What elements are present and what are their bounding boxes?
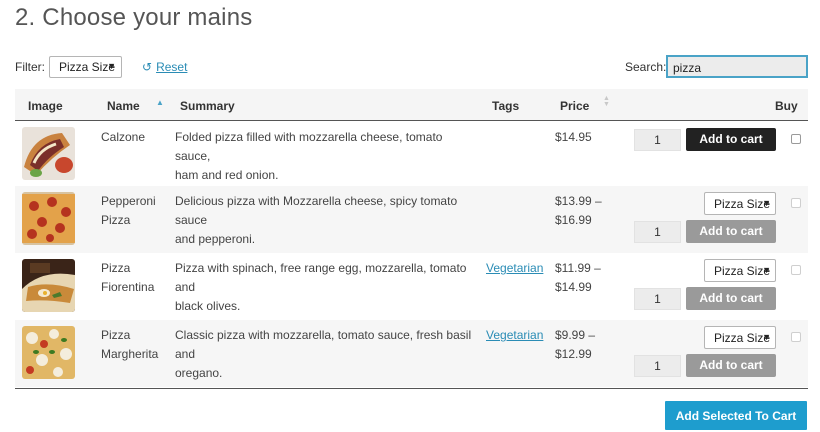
product-summary: Classic pizza with mozzarella, tomato sa… (175, 328, 472, 380)
caret-down-icon: ▼ (762, 265, 771, 275)
column-header-image[interactable]: Image (28, 99, 63, 113)
column-header-name[interactable]: Name (107, 99, 140, 113)
caret-down-icon: ▼ (762, 332, 771, 342)
product-price: $14.95 (555, 130, 592, 144)
table-row: Pepperoni Pizza Delicious pizza with Moz… (15, 186, 808, 253)
sort-ascending-icon[interactable]: ▲ (156, 98, 164, 107)
table-row: Pizza Margherita Classic pizza with mozz… (15, 320, 808, 387)
pepperoni-pizza-photo[interactable] (22, 192, 75, 245)
search-input[interactable] (666, 55, 808, 78)
table-row: Pizza Fiorentina Pizza with spinach, fre… (15, 253, 808, 320)
quantity-input[interactable]: 1 (634, 355, 681, 377)
product-summary: Delicious pizza with Mozzarella cheese, … (175, 194, 458, 246)
product-name[interactable]: Pepperoni Pizza (101, 192, 171, 230)
sort-icon[interactable]: ▲ ▼ (603, 95, 610, 108)
pizza-size-select[interactable]: Pizza Size ▼ (704, 259, 776, 282)
product-price: $9.99 – $12.99 (555, 328, 596, 361)
column-header-price[interactable]: Price (560, 99, 589, 113)
column-header-buy: Buy (775, 99, 798, 113)
select-checkbox[interactable] (791, 198, 801, 208)
quantity-input[interactable]: 1 (634, 288, 681, 310)
column-header-summary[interactable]: Summary (180, 99, 235, 113)
product-summary: Folded pizza filled with mozzarella chee… (175, 130, 443, 182)
table-bottom-border (15, 388, 808, 389)
pizza-size-select[interactable]: Pizza Size ▼ (704, 192, 776, 215)
calzone-photo[interactable] (22, 127, 75, 180)
select-checkbox[interactable] (791, 265, 801, 275)
add-to-cart-button[interactable]: Add to cart (686, 287, 776, 310)
tag-link-vegetarian[interactable]: Vegetarian (486, 326, 543, 345)
table-row: Calzone Folded pizza filled with mozzare… (15, 122, 808, 189)
page-title: 2. Choose your mains (15, 4, 253, 31)
pizza-size-select[interactable]: Pizza Size ▼ (704, 326, 776, 349)
search-label: Search: (625, 60, 667, 74)
add-to-cart-button[interactable]: Add to cart (686, 220, 776, 243)
caret-down-icon: ▼ (107, 61, 116, 71)
add-to-cart-button[interactable]: Add to cart (686, 128, 776, 151)
quantity-input[interactable]: 1 (634, 221, 681, 243)
product-price: $13.99 – $16.99 (555, 194, 602, 227)
add-to-cart-button[interactable]: Add to cart (686, 354, 776, 377)
product-name[interactable]: Pizza Margherita (101, 326, 171, 364)
table-header: Image Name ▲ Summary Tags Price ▲ ▼ Buy (15, 89, 808, 121)
column-header-tags[interactable]: Tags (492, 99, 519, 113)
pizza-fiorentina-photo[interactable] (22, 259, 75, 312)
select-checkbox[interactable] (791, 332, 801, 342)
add-selected-to-cart-button[interactable]: Add Selected To Cart (665, 401, 807, 430)
filter-label: Filter: (15, 60, 45, 74)
reset-label: Reset (156, 60, 188, 74)
tag-link-vegetarian[interactable]: Vegetarian (486, 259, 543, 278)
product-summary: Pizza with spinach, free range egg, mozz… (175, 261, 467, 313)
product-name[interactable]: Calzone (101, 128, 171, 147)
reset-link[interactable]: ↺ Reset (142, 60, 187, 74)
caret-down-icon: ▼ (762, 198, 771, 208)
undo-icon: ↺ (142, 60, 153, 74)
select-checkbox[interactable] (791, 134, 801, 144)
product-name[interactable]: Pizza Fiorentina (101, 259, 171, 297)
quantity-input[interactable]: 1 (634, 129, 681, 151)
filter-select[interactable]: Pizza Size ▼ (49, 56, 122, 78)
product-price: $11.99 – $14.99 (555, 261, 601, 294)
pizza-margherita-photo[interactable] (22, 326, 75, 379)
